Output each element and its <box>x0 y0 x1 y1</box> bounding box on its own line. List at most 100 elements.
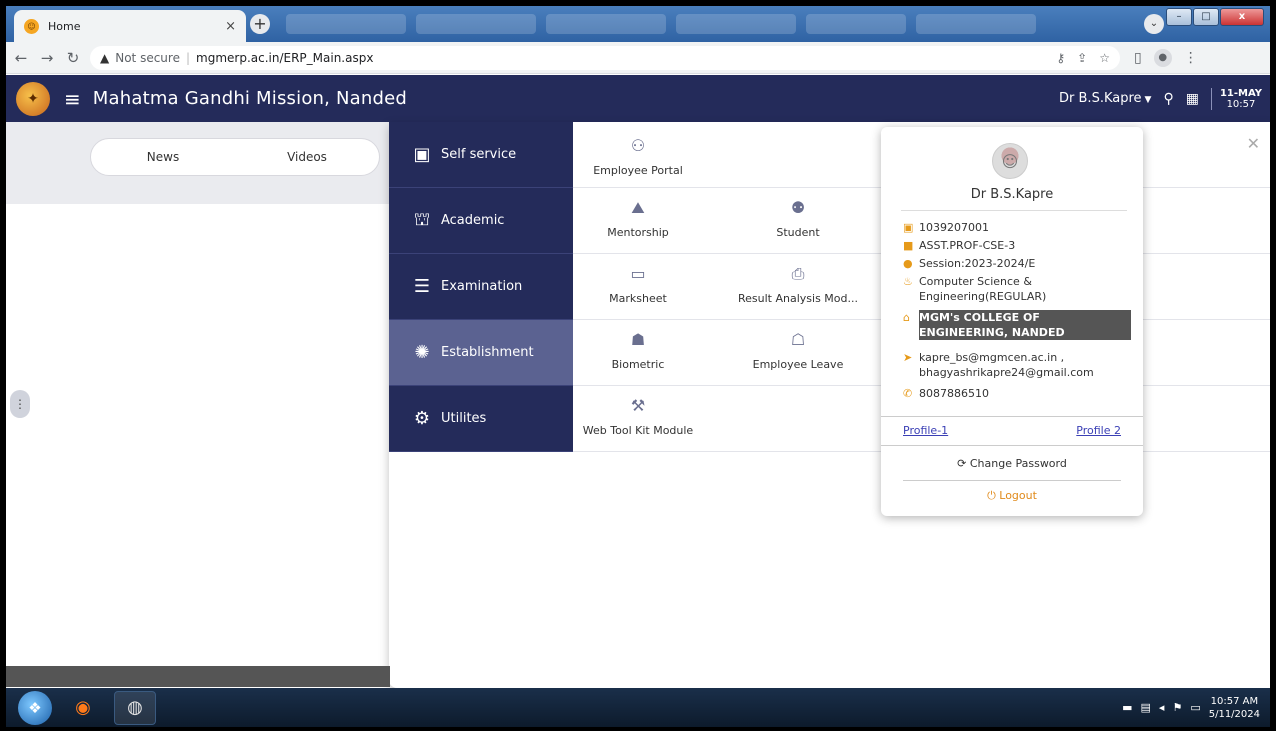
firefox-icon[interactable]: ◉ <box>62 691 104 725</box>
system-tray: ▬ ▤ ◂ ⚑ ▭ 10:57 AM 5/11/2024 <box>1122 695 1270 721</box>
profile-2-link[interactable]: Profile 2 <box>1076 424 1121 437</box>
url-separator: | <box>185 50 191 65</box>
id-card-icon: ▣ <box>903 221 914 234</box>
tab-title: Home <box>48 19 81 33</box>
profile-phone: 8087886510 <box>919 387 989 400</box>
tab-news[interactable]: News <box>91 150 235 164</box>
change-password-label: Change Password <box>969 457 1067 470</box>
category-label: Utilites <box>441 411 487 426</box>
profile-phone-row: ✆ 8087886510 <box>903 386 1131 401</box>
share-icon[interactable]: ⇪ <box>1077 51 1087 65</box>
bookmark-star-icon[interactable]: ☆ <box>1099 51 1110 65</box>
profile-department-row: ♨ Computer Science & Engineering(REGULAR… <box>903 274 1131 304</box>
key-icon[interactable]: ⚷ <box>1056 51 1065 65</box>
profile-designation: ASST.PROF-CSE-3 <box>919 239 1016 252</box>
browser-tab-home[interactable]: ☺ Home × <box>14 10 246 42</box>
logout-button[interactable]: ⏻ Logout <box>881 489 1143 503</box>
date-time-display: 11-MAY 10:57 <box>1210 87 1262 110</box>
address-bar: ← → ↻ ▲ Not secure | mgmerp.ac.in/ERP_Ma… <box>6 42 1270 74</box>
flag-icon[interactable]: ⚑ <box>1172 701 1182 714</box>
category-self-service[interactable]: ▣ Self service <box>389 122 573 188</box>
item-label: Marksheet <box>609 292 667 305</box>
category-examination[interactable]: ☰ Examination <box>389 254 573 320</box>
phone-icon: ✆ <box>903 387 913 400</box>
menu-item-student[interactable]: ⚉ Student <box>733 196 863 239</box>
back-icon[interactable]: ← <box>10 49 32 67</box>
establishment-icon: ✺ <box>414 342 430 363</box>
tab-search-icon[interactable]: ⌄ <box>1144 14 1164 34</box>
maximize-icon[interactable]: □ <box>1193 8 1219 26</box>
profile-department: Computer Science & Engineering(REGULAR) <box>919 275 1047 303</box>
item-label: Web Tool Kit Module <box>582 424 694 437</box>
network-icon[interactable]: ▤ <box>1141 701 1151 714</box>
mgm-logo[interactable]: ✦ <box>16 81 50 116</box>
divider <box>881 445 1143 446</box>
not-secure-label: Not secure <box>115 50 180 65</box>
new-tab-button[interactable]: + <box>250 14 270 34</box>
taskbar-clock[interactable]: 10:57 AM 5/11/2024 <box>1209 695 1260 721</box>
reload-icon[interactable]: ↻ <box>62 49 84 67</box>
menu-item-employee-leave[interactable]: ☖ Employee Leave <box>733 328 863 371</box>
warning-icon: ▲ <box>100 50 110 65</box>
tab-close-icon[interactable]: × <box>225 19 236 34</box>
side-panel-icon[interactable]: ▯ <box>1134 50 1142 66</box>
change-password-button[interactable]: ⟳ Change Password <box>881 457 1143 470</box>
divider <box>901 210 1127 211</box>
clock-icon: ● <box>903 257 913 270</box>
user-menu[interactable]: Dr B.S.Kapre ▼ <box>1059 91 1151 106</box>
windows-taskbar: ❖ ◉ ◍ ▬ ▤ ◂ ⚑ ▭ 10:57 AM 5/11/2024 <box>6 688 1270 727</box>
profile-college-row: ⌂ MGM's COLLEGE OF ENGINEERING, NANDED <box>903 310 1131 340</box>
classroom-icon: ⛫ <box>413 208 431 230</box>
close-menu-icon[interactable]: ✕ <box>1247 134 1260 153</box>
background-tab[interactable] <box>806 14 906 34</box>
menu-item-result-analysis[interactable]: ⎙ Result Analysis Mod... <box>733 262 863 305</box>
side-drawer-handle[interactable]: ⋮ <box>10 390 30 418</box>
profile-email-row: ➤ kapre_bs@mgmcen.ac.in , bhagyashrikapr… <box>903 350 1131 380</box>
kebab-menu-icon[interactable]: ⋮ <box>1184 50 1198 66</box>
background-tab[interactable] <box>676 14 796 34</box>
background-tab[interactable] <box>416 14 536 34</box>
start-button[interactable]: ❖ <box>18 690 52 725</box>
news-videos-toggle: News Videos <box>90 138 380 176</box>
apps-grid-icon[interactable]: ▦ <box>1186 91 1199 107</box>
category-establishment[interactable]: ✺ Establishment <box>389 320 573 386</box>
device-icon[interactable]: ▭ <box>1190 701 1200 714</box>
background-tab[interactable] <box>546 14 666 34</box>
app-header: ✦ ≡ Mahatma Gandhi Mission, Nanded Dr B.… <box>6 75 1270 122</box>
chrome-icon[interactable]: ◍ <box>114 690 156 725</box>
url-input[interactable]: ▲ Not secure | mgmerp.ac.in/ERP_Main.asp… <box>90 45 1120 70</box>
window-controls: – □ x <box>1166 8 1264 26</box>
profile-avatar-icon[interactable]: ● <box>1153 48 1172 67</box>
forward-icon[interactable]: → <box>36 49 58 67</box>
menu-item-biometric[interactable]: ☗ Biometric <box>573 328 703 371</box>
url-text: mgmerp.ac.in/ERP_Main.aspx <box>196 50 374 65</box>
minimize-icon[interactable]: – <box>1166 8 1192 26</box>
tab-videos[interactable]: Videos <box>235 150 379 164</box>
category-label: Examination <box>441 279 523 294</box>
background-tab[interactable] <box>286 14 406 34</box>
category-academic[interactable]: ⛫ Academic <box>389 188 573 254</box>
menu-item-employee-portal[interactable]: ⚇ Employee Portal <box>573 134 703 177</box>
profile-designation-row: ■ ASST.PROF-CSE-3 <box>903 238 1131 253</box>
wrench-icon: ⚒ <box>630 396 646 415</box>
send-icon: ➤ <box>903 351 913 364</box>
menu-item-web-tool-kit[interactable]: ⚒ Web Tool Kit Module <box>573 394 703 437</box>
tab-strip: ☺ Home × + ⌄ – □ x <box>6 6 1270 42</box>
background-tab[interactable] <box>916 14 1036 34</box>
refresh-icon: ⟳ <box>957 457 967 470</box>
app-title: Mahatma Gandhi Mission, Nanded <box>92 88 408 109</box>
user-name: Dr B.S.Kapre <box>1059 91 1142 106</box>
volume-icon[interactable]: ◂ <box>1159 701 1165 714</box>
biometric-icon: ☗ <box>630 330 646 349</box>
profile-emails: kapre_bs@mgmcen.ac.in , bhagyashrikapre2… <box>919 351 1094 379</box>
tray-app-icon[interactable]: ▬ <box>1122 701 1132 714</box>
hamburger-menu-icon[interactable]: ≡ <box>64 87 81 111</box>
category-utilities[interactable]: ⚙ Utilites <box>389 386 573 452</box>
profile-name: Dr B.S.Kapre <box>970 187 1054 202</box>
window-close-icon[interactable]: x <box>1220 8 1264 26</box>
search-icon[interactable]: ⚲ <box>1163 91 1173 107</box>
marksheet-icon: ▭ <box>630 264 646 283</box>
menu-item-marksheet[interactable]: ▭ Marksheet <box>573 262 703 305</box>
menu-item-mentorship[interactable]: ⛰ Mentorship <box>573 196 703 239</box>
profile-1-link[interactable]: Profile-1 <box>903 424 948 437</box>
